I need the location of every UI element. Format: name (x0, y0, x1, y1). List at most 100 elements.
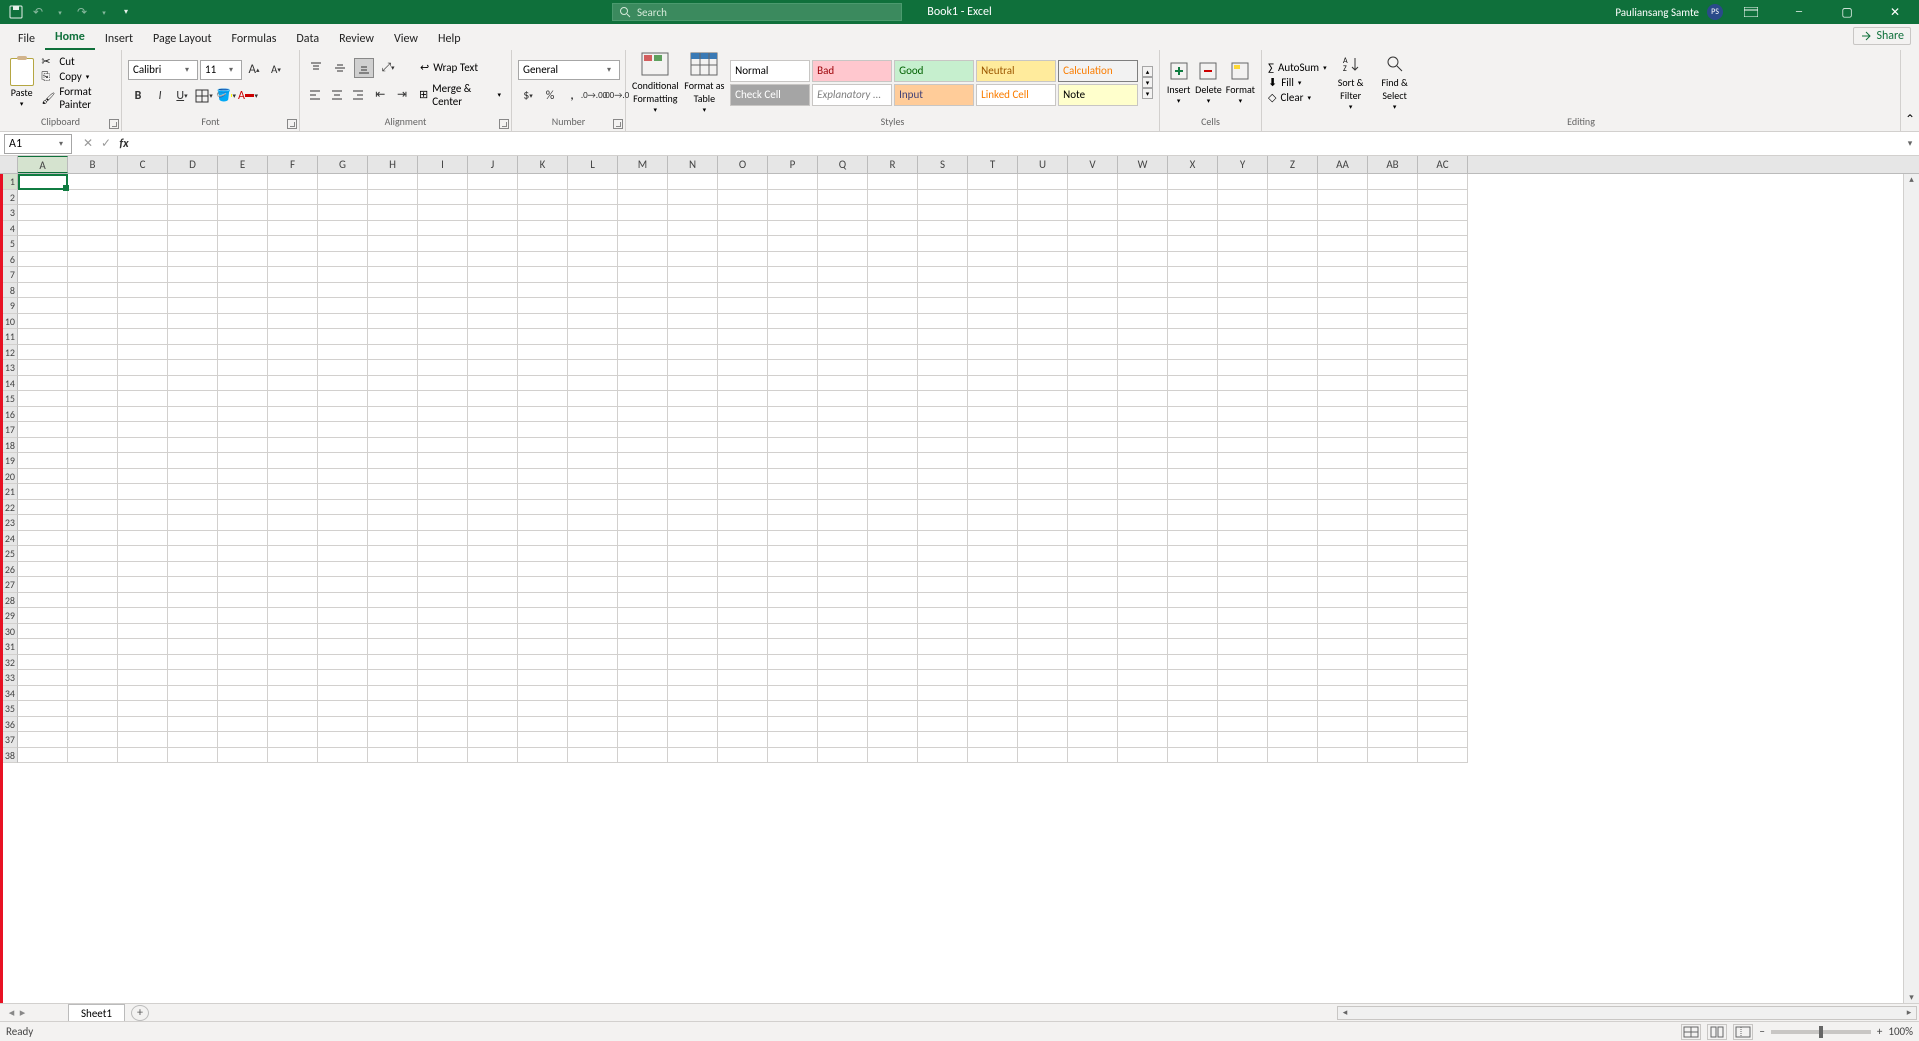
cell[interactable] (868, 252, 918, 268)
cell[interactable] (368, 360, 418, 376)
cell[interactable] (368, 701, 418, 717)
undo-dropdown-icon[interactable]: ▾ (50, 3, 70, 21)
tab-review[interactable]: Review (329, 26, 384, 50)
cell[interactable] (718, 422, 768, 438)
page-break-view-button[interactable] (1733, 1024, 1753, 1040)
column-header[interactable]: T (968, 156, 1018, 173)
cell[interactable] (518, 655, 568, 671)
orientation-button[interactable]: ⤢▾ (378, 58, 398, 78)
borders-button[interactable]: ▾ (194, 86, 214, 106)
cell[interactable] (1318, 314, 1368, 330)
cell[interactable] (1268, 639, 1318, 655)
cell[interactable] (918, 577, 968, 593)
cell[interactable] (968, 314, 1018, 330)
cell[interactable] (1318, 701, 1368, 717)
cell[interactable] (468, 174, 518, 190)
cell[interactable] (918, 329, 968, 345)
cell[interactable] (468, 515, 518, 531)
column-header[interactable]: U (1018, 156, 1068, 173)
cell[interactable] (718, 670, 768, 686)
cell[interactable] (1418, 422, 1468, 438)
cell[interactable] (418, 329, 468, 345)
cell[interactable] (818, 484, 868, 500)
cell[interactable] (18, 221, 68, 237)
cell[interactable] (1118, 748, 1168, 764)
cell[interactable] (218, 500, 268, 516)
cell[interactable] (1418, 190, 1468, 206)
cell[interactable] (1068, 608, 1118, 624)
cell[interactable] (618, 422, 668, 438)
cell[interactable] (1418, 283, 1468, 299)
cell[interactable] (1118, 236, 1168, 252)
align-middle-button[interactable] (330, 58, 350, 78)
cell[interactable] (868, 453, 918, 469)
cell[interactable] (668, 686, 718, 702)
cell[interactable] (1268, 190, 1318, 206)
cell[interactable] (968, 252, 1018, 268)
cell[interactable] (818, 391, 868, 407)
prev-sheet-icon[interactable]: ◂ (9, 1006, 15, 1019)
cell[interactable] (368, 500, 418, 516)
cell[interactable] (768, 670, 818, 686)
cell[interactable] (1118, 267, 1168, 283)
column-header[interactable]: L (568, 156, 618, 173)
cell[interactable] (918, 732, 968, 748)
cell[interactable] (418, 608, 468, 624)
cell[interactable] (1268, 500, 1318, 516)
horizontal-scrollbar[interactable]: ◂▸ (1337, 1006, 1917, 1020)
cell[interactable] (1118, 593, 1168, 609)
cell[interactable] (768, 453, 818, 469)
cell[interactable] (668, 717, 718, 733)
cell[interactable] (818, 515, 868, 531)
align-right-button[interactable] (350, 85, 368, 105)
cell[interactable] (818, 174, 868, 190)
cell[interactable] (518, 422, 568, 438)
cell[interactable] (118, 531, 168, 547)
cell[interactable] (518, 376, 568, 392)
cell[interactable] (318, 484, 368, 500)
cell[interactable] (468, 298, 518, 314)
cell[interactable] (618, 298, 668, 314)
cell[interactable] (968, 748, 1018, 764)
cell[interactable] (468, 438, 518, 454)
cell[interactable] (418, 252, 468, 268)
ribbon-display-options-icon[interactable] (1731, 0, 1771, 24)
cell[interactable] (568, 298, 618, 314)
cell[interactable] (118, 484, 168, 500)
cell[interactable] (1218, 329, 1268, 345)
cell[interactable] (668, 314, 718, 330)
cell[interactable] (1368, 639, 1418, 655)
cell[interactable] (118, 376, 168, 392)
cell[interactable] (668, 701, 718, 717)
cell[interactable] (1068, 639, 1118, 655)
cell[interactable] (1168, 190, 1218, 206)
cell[interactable] (118, 221, 168, 237)
cell[interactable] (68, 298, 118, 314)
cell[interactable] (968, 655, 1018, 671)
cell[interactable] (1168, 593, 1218, 609)
cell[interactable] (768, 717, 818, 733)
cell[interactable] (1018, 701, 1068, 717)
cell[interactable] (568, 624, 618, 640)
cell[interactable] (118, 422, 168, 438)
cell[interactable] (618, 329, 668, 345)
cell[interactable] (868, 267, 918, 283)
cell[interactable] (1418, 221, 1468, 237)
cell[interactable] (868, 329, 918, 345)
cell[interactable] (968, 500, 1018, 516)
cell[interactable] (168, 190, 218, 206)
cell[interactable] (418, 670, 468, 686)
cell[interactable] (68, 608, 118, 624)
cell[interactable] (568, 608, 618, 624)
cell[interactable] (1218, 391, 1268, 407)
cell[interactable] (768, 298, 818, 314)
cell[interactable] (168, 562, 218, 578)
cell[interactable] (18, 748, 68, 764)
cell[interactable] (1068, 717, 1118, 733)
cell[interactable] (468, 267, 518, 283)
cell[interactable] (1218, 407, 1268, 423)
cell[interactable] (418, 655, 468, 671)
cell[interactable] (1418, 608, 1468, 624)
cell[interactable] (618, 577, 668, 593)
cell[interactable] (918, 531, 968, 547)
